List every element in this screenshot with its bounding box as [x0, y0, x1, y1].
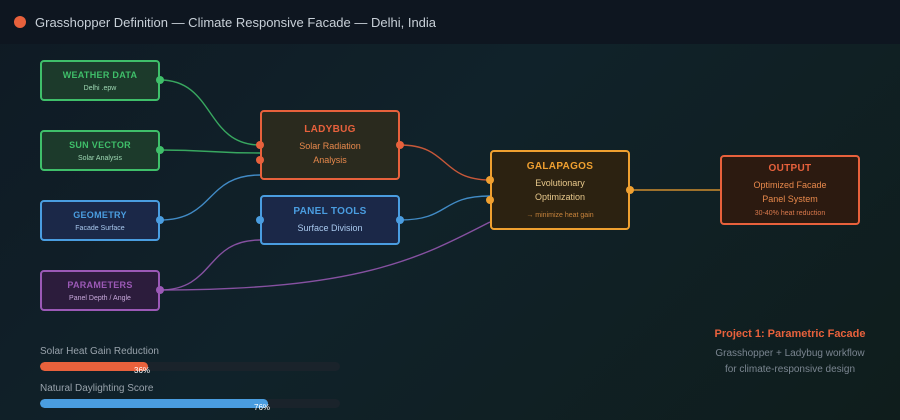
project-description: Grasshopper + Ladybug workflow for clima… — [700, 346, 880, 378]
progress-value-heat-gain: 36% — [134, 366, 151, 375]
node-line: Surface Division — [297, 222, 363, 233]
metric-label-heat-gain: Solar Heat Gain Reduction — [40, 346, 159, 357]
geometry-node[interactable]: GEOMETRY Facade Surface — [40, 200, 160, 241]
project-line: Grasshopper + Ladybug workflow — [715, 348, 865, 359]
parameters-node[interactable]: PARAMETERS Panel Depth / Angle — [40, 270, 160, 311]
port-weather-out[interactable] — [156, 76, 164, 84]
node-subtitle: Delhi .epw — [83, 84, 117, 92]
port-panel-in[interactable] — [256, 216, 264, 224]
node-subtitle: Facade Surface — [75, 224, 125, 232]
port-galapagos-in-1[interactable] — [486, 176, 494, 184]
metric-label-daylighting: Natural Daylighting Score — [40, 383, 154, 394]
node-description: Solar Radiation Analysis — [299, 139, 361, 167]
wire-geometry-ladybug — [159, 174, 261, 221]
wire-panel-galapagos — [399, 195, 491, 221]
progress-fill-daylighting — [40, 399, 268, 408]
node-line: Solar Radiation — [299, 140, 361, 151]
port-ladybug-in-1[interactable] — [256, 141, 264, 149]
node-title: PANEL TOOLS — [293, 205, 367, 217]
node-description: Evolutionary Optimization — [535, 176, 585, 204]
port-ladybug-in-2[interactable] — [256, 156, 264, 164]
node-title: GEOMETRY — [73, 209, 127, 220]
node-description: Optimized Facade Panel System — [753, 178, 826, 206]
node-title: SUN VECTOR — [69, 139, 131, 150]
galapagos-node[interactable]: GALAPAGOS Evolutionary Optimization → mi… — [490, 150, 630, 230]
output-node[interactable]: OUTPUT Optimized Facade Panel System 30-… — [720, 155, 860, 225]
node-title: OUTPUT — [768, 163, 812, 174]
progress-bar-daylighting — [40, 399, 340, 408]
project-info: Project 1: Parametric Facade Grasshopper… — [700, 328, 880, 378]
wire-sun-ladybug — [159, 149, 261, 154]
node-title: WEATHER DATA — [62, 69, 138, 80]
node-note: 30-40% heat reduction — [754, 210, 826, 217]
wire-weather-ladybug — [159, 79, 261, 146]
progress-bar-heat-gain — [40, 362, 340, 371]
node-line: Optimized Facade — [753, 180, 827, 190]
node-line: Panel System — [762, 194, 818, 204]
node-subtitle: Panel Depth / Angle — [69, 294, 131, 302]
progress-fill-heat-gain — [40, 362, 148, 371]
port-ladybug-out[interactable] — [396, 141, 404, 149]
node-title: PARAMETERS — [67, 279, 133, 290]
port-galapagos-in-2[interactable] — [486, 196, 494, 204]
project-heading: Project 1: Parametric Facade — [714, 328, 866, 340]
port-panel-out[interactable] — [396, 216, 404, 224]
ladybug-node[interactable]: LADYBUG Solar Radiation Analysis — [260, 110, 400, 180]
wire-ladybug-galapagos — [399, 144, 491, 181]
node-line: Evolutionary — [535, 178, 585, 188]
node-title: LADYBUG — [304, 123, 356, 135]
port-geometry-out[interactable] — [156, 216, 164, 224]
node-subtitle: Solar Analysis — [78, 154, 122, 162]
node-line: Analysis — [313, 154, 347, 165]
port-parameters-out[interactable] — [156, 286, 164, 294]
port-sun-out[interactable] — [156, 146, 164, 154]
project-line: for climate-responsive design — [724, 364, 856, 375]
port-galapagos-out[interactable] — [626, 186, 634, 194]
weather-data-node[interactable]: WEATHER DATA Delhi .epw — [40, 60, 160, 101]
sun-vector-node[interactable]: SUN VECTOR Solar Analysis — [40, 130, 160, 171]
node-title: GALAPAGOS — [526, 161, 594, 172]
wire-parameters-panel — [159, 239, 261, 291]
panel-tools-node[interactable]: PANEL TOOLS Surface Division — [260, 195, 400, 245]
node-line: Optimization — [534, 192, 586, 202]
progress-value-daylighting: 76% — [254, 403, 271, 412]
node-note: → minimize heat gain — [526, 212, 594, 219]
